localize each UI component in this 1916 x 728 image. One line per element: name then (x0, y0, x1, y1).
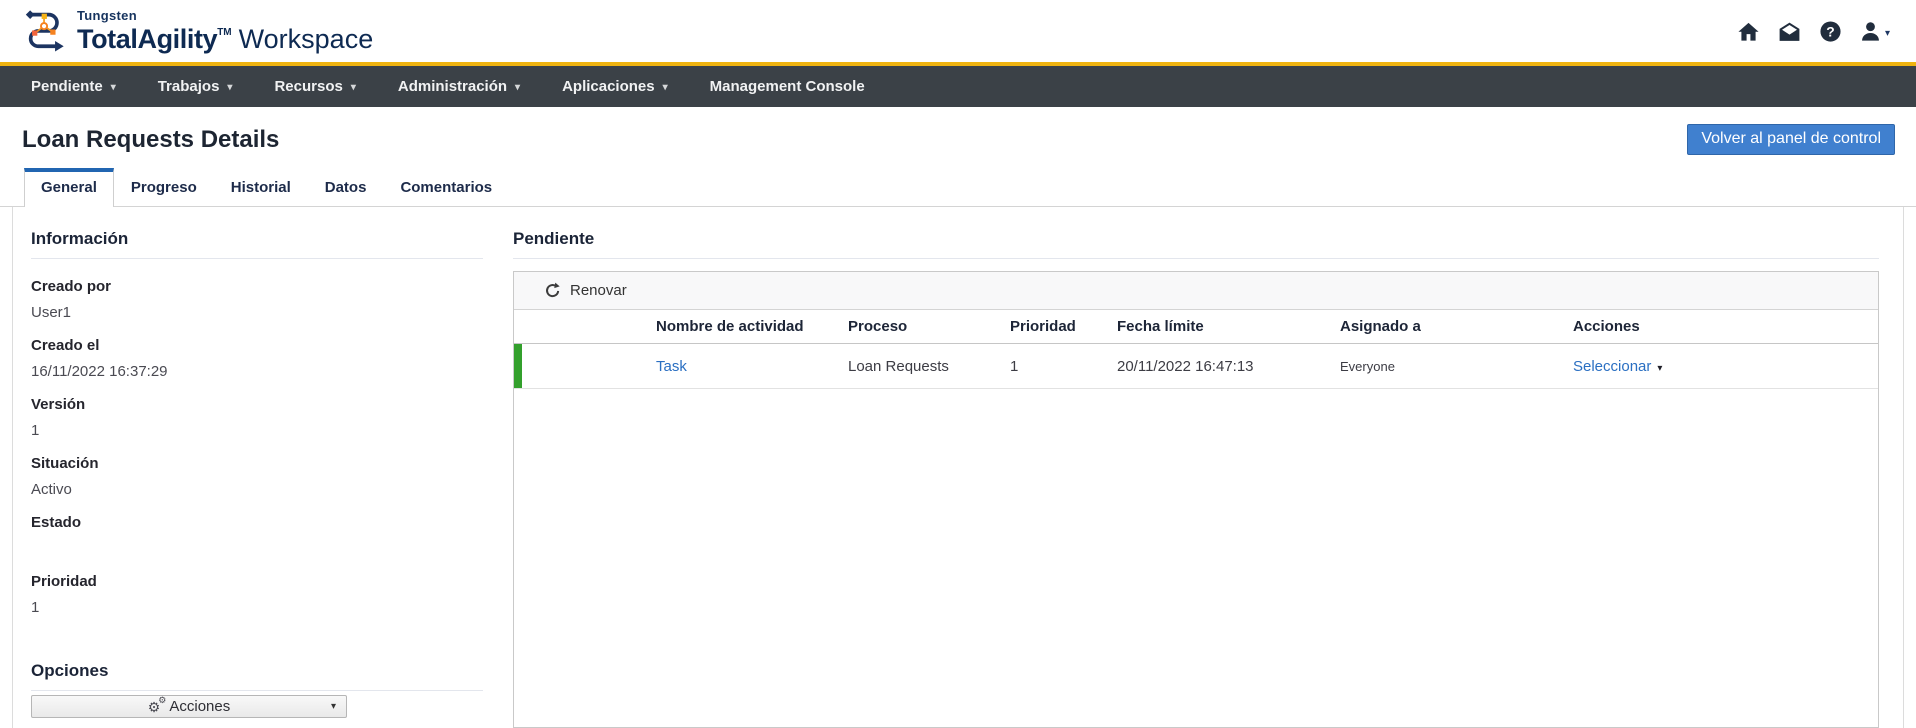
col-header-activity: Nombre de actividad (648, 318, 840, 335)
brand-company: Tungsten (77, 9, 373, 22)
home-icon[interactable] (1737, 20, 1760, 43)
process-cell: Loan Requests (840, 358, 1002, 375)
refresh-icon (543, 282, 560, 299)
nav-label: Aplicaciones (562, 78, 655, 95)
field-value: 1 (31, 421, 483, 440)
nav-item-administracion[interactable]: Administración ▾ (377, 66, 541, 107)
refresh-button[interactable]: Renovar (514, 272, 1878, 310)
field-version: Versión 1 (31, 395, 483, 440)
nav-item-trabajos[interactable]: Trabajos ▾ (137, 66, 254, 107)
nav-label: Recursos (274, 78, 342, 95)
gear-small-icon: ⚙ (158, 696, 166, 705)
options-section-title: Opciones (31, 661, 483, 691)
field-creado-por: Creado por User1 (31, 277, 483, 322)
field-label: Creado el (31, 336, 483, 355)
field-value: 1 (31, 598, 483, 617)
app-window: Tungsten TotalAgilityTM Workspace (0, 0, 1916, 728)
info-panel: Información Creado por User1 Creado el 1… (31, 207, 483, 728)
field-value: User1 (31, 303, 483, 322)
svg-text:?: ? (1826, 23, 1834, 39)
priority-cell: 1 (1002, 358, 1109, 375)
select-action-dropdown[interactable]: Seleccionar ▾ (1573, 358, 1662, 375)
chevron-down-icon: ▾ (663, 82, 668, 93)
field-situacion: Situación Activo (31, 454, 483, 499)
brand-trademark: TM (217, 27, 231, 38)
main-navbar: Pendiente ▾ Trabajos ▾ Recursos ▾ Admini… (0, 66, 1916, 107)
info-section-title: Información (31, 229, 483, 259)
tab-general[interactable]: General (24, 168, 114, 207)
help-icon[interactable]: ? (1819, 20, 1842, 43)
tab-strip: General Progreso Historial Datos Comenta… (0, 168, 1916, 207)
tab-comentarios[interactable]: Comentarios (383, 169, 509, 206)
header-icon-group: ? ▾ (1737, 20, 1890, 43)
col-header-assigned: Asignado a (1332, 318, 1565, 335)
page-title: Loan Requests Details (22, 126, 279, 154)
back-to-dashboard-button[interactable]: Volver al panel de control (1687, 124, 1895, 155)
field-label: Estado (31, 513, 483, 532)
due-date-cell: 20/11/2022 16:47:13 (1109, 358, 1332, 375)
table-header-row: Nombre de actividad Proceso Prioridad Fe… (514, 310, 1878, 344)
table-row: Task Loan Requests 1 20/11/2022 16:47:13… (514, 344, 1878, 389)
actions-button-label: Acciones (169, 698, 230, 715)
select-action-label: Seleccionar (1573, 358, 1651, 375)
mail-icon[interactable] (1777, 20, 1802, 43)
brand-text: Tungsten TotalAgilityTM Workspace (77, 9, 373, 53)
nav-item-management-console[interactable]: Management Console (689, 66, 886, 107)
tab-datos[interactable]: Datos (308, 169, 384, 206)
field-value (31, 539, 483, 558)
activity-link[interactable]: Task (656, 358, 687, 375)
top-header: Tungsten TotalAgilityTM Workspace (0, 0, 1916, 62)
chevron-down-icon: ▾ (515, 82, 520, 93)
actions-dropdown-button[interactable]: ⚙ ⚙ Acciones ▾ (31, 695, 347, 718)
page-header: Loan Requests Details Volver al panel de… (0, 107, 1916, 164)
nav-label: Administración (398, 78, 507, 95)
nav-item-recursos[interactable]: Recursos ▾ (253, 66, 376, 107)
field-prioridad: Prioridad 1 (31, 572, 483, 617)
field-value: Activo (31, 480, 483, 499)
totalagility-logo-icon (22, 6, 68, 57)
assigned-cell: Everyone (1332, 359, 1565, 374)
col-header-actions: Acciones (1565, 318, 1878, 335)
tab-content-panel: Información Creado por User1 Creado el 1… (12, 207, 1904, 728)
refresh-label: Renovar (570, 282, 627, 299)
pending-activities-grid: Renovar Nombre de actividad Proceso Prio… (513, 271, 1879, 728)
field-label: Prioridad (31, 572, 483, 591)
chevron-down-icon: ▾ (111, 82, 116, 93)
tab-progreso[interactable]: Progreso (114, 169, 214, 206)
chevron-down-icon: ▾ (227, 82, 232, 93)
nav-item-aplicaciones[interactable]: Aplicaciones ▾ (541, 66, 689, 107)
tab-historial[interactable]: Historial (214, 169, 308, 206)
field-label: Versión (31, 395, 483, 414)
chevron-down-icon: ▾ (331, 701, 336, 712)
nav-label: Management Console (710, 78, 865, 95)
nav-label: Trabajos (158, 78, 220, 95)
priority-indicator-bar (514, 344, 522, 388)
chevron-down-icon: ▾ (351, 82, 356, 93)
field-label: Creado por (31, 277, 483, 296)
col-header-priority: Prioridad (1002, 318, 1109, 335)
field-estado: Estado (31, 513, 483, 558)
brand-product: TotalAgility (77, 24, 217, 54)
brand-workspace: Workspace (239, 24, 374, 54)
col-header-process: Proceso (840, 318, 1002, 335)
pending-panel: Pendiente Renovar Nombre de actividad Pr… (513, 207, 1879, 728)
chevron-down-icon: ▾ (1657, 363, 1662, 374)
brand-logo: Tungsten TotalAgilityTM Workspace (22, 6, 373, 57)
field-label: Situación (31, 454, 483, 473)
user-icon (1859, 20, 1882, 43)
field-value: 16/11/2022 16:37:29 (31, 362, 483, 381)
nav-label: Pendiente (31, 78, 103, 95)
col-header-due-date: Fecha límite (1109, 318, 1332, 335)
field-creado-el: Creado el 16/11/2022 16:37:29 (31, 336, 483, 381)
user-menu[interactable]: ▾ (1859, 20, 1890, 43)
pending-section-title: Pendiente (513, 229, 1879, 259)
user-caret-icon: ▾ (1885, 28, 1890, 39)
nav-item-pendiente[interactable]: Pendiente ▾ (10, 66, 137, 107)
